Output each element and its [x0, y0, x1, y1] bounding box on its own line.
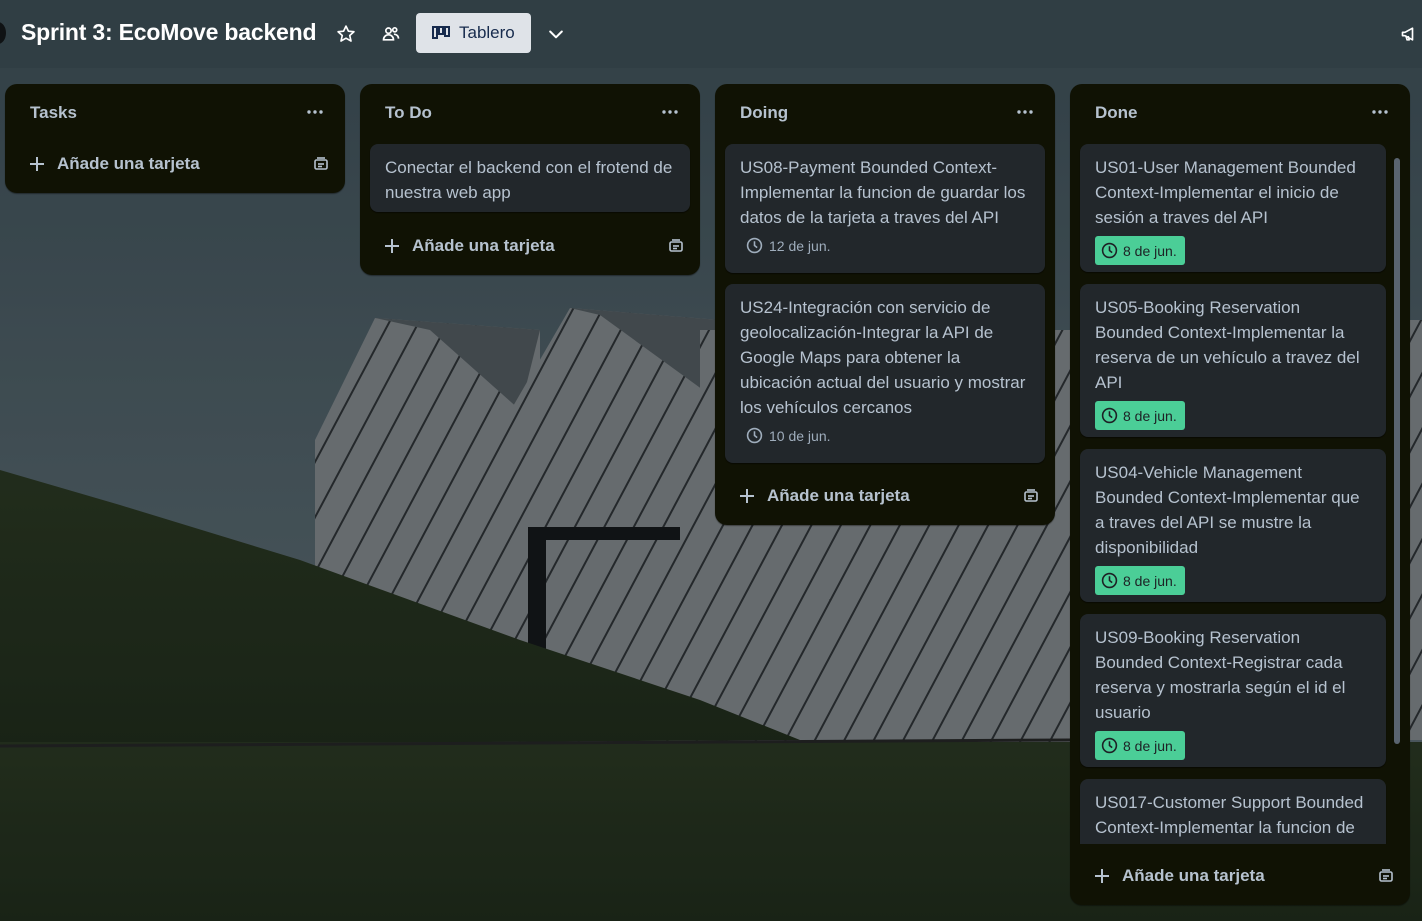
add-card-label: Añade una tarjeta	[767, 486, 910, 505]
card[interactable]: US08-Payment Bounded Context-Implementar…	[725, 144, 1045, 273]
card[interactable]: US04-Vehicle Management Bounded Context-…	[1080, 449, 1386, 602]
workspace-avatar[interactable]	[0, 22, 6, 44]
list-header: Tasks	[5, 84, 345, 142]
card[interactable]: US09-Booking Reservation Bounded Context…	[1080, 614, 1386, 767]
clock-icon	[1101, 407, 1118, 424]
board-view-button[interactable]: Tablero	[416, 13, 531, 53]
star-icon	[337, 25, 355, 42]
due-date-badge: 10 de jun.	[746, 427, 1031, 444]
due-date-text: 8 de jun.	[1123, 242, 1177, 259]
card-title: US04-Vehicle Management Bounded Context-…	[1095, 463, 1360, 557]
due-date-badge: 12 de jun.	[746, 237, 1031, 254]
due-date-text: 8 de jun.	[1123, 407, 1177, 424]
add-card-label: Añade una tarjeta	[412, 236, 555, 255]
list-to-do: To Do Conectar el backend con el frotend…	[360, 84, 700, 275]
clock-icon	[1101, 572, 1118, 589]
list-title[interactable]: Tasks	[30, 103, 77, 123]
list-menu-button[interactable]	[1368, 102, 1392, 122]
card-template-icon	[669, 239, 683, 252]
add-card-button[interactable]: Añade una tarjeta	[1080, 858, 1400, 894]
chevron-down-icon	[549, 30, 563, 39]
list-done: Done US01-User Management Bounded Contex…	[1070, 84, 1410, 905]
create-from-template-button[interactable]	[309, 152, 333, 176]
list-title[interactable]: Doing	[740, 103, 788, 123]
add-card-label: Añade una tarjeta	[57, 154, 200, 173]
list-doing: Doing US08-Payment Bounded Context-Imple…	[715, 84, 1055, 525]
list-menu-button[interactable]	[658, 102, 682, 122]
list-menu-button[interactable]	[303, 102, 327, 122]
list-menu-button[interactable]	[1013, 102, 1037, 122]
card[interactable]: Conectar el backend con el frotend de nu…	[370, 144, 690, 212]
card-title: Conectar el backend con el frotend de nu…	[385, 158, 673, 202]
more-icon	[662, 110, 678, 114]
board-header: Sprint 3: EcoMove backend Tablero	[0, 0, 1422, 68]
view-switcher-button[interactable]	[540, 18, 572, 50]
star-button[interactable]	[330, 18, 362, 50]
add-card-label: Añade una tarjeta	[1122, 866, 1265, 885]
megaphone-icon	[1401, 27, 1414, 41]
visibility-button[interactable]	[375, 18, 407, 50]
list-title[interactable]: To Do	[385, 103, 432, 123]
clock-icon	[746, 427, 763, 444]
workspace-visible-icon	[382, 26, 400, 41]
create-from-template-button[interactable]	[664, 234, 688, 258]
card[interactable]: US05-Booking Reservation Bounded Context…	[1080, 284, 1386, 437]
list-header: To Do	[360, 84, 700, 142]
clock-icon	[1101, 242, 1118, 259]
list-scrollbar[interactable]	[1394, 144, 1400, 844]
more-icon	[307, 110, 323, 114]
board-view-icon	[432, 26, 450, 39]
list-header: Done	[1070, 84, 1410, 142]
due-date-text: 8 de jun.	[1123, 737, 1177, 754]
card-title: US24-Integración con servicio de geoloca…	[740, 298, 1026, 417]
card-title: US08-Payment Bounded Context-Implementar…	[740, 158, 1026, 227]
card-template-icon	[314, 157, 328, 170]
list-cards-scroll-area[interactable]: US01-User Management Bounded Context-Imp…	[1070, 142, 1410, 844]
list-tasks: Tasks Añade una tarjeta	[5, 84, 345, 193]
more-icon	[1372, 110, 1388, 114]
card-template-icon	[1024, 489, 1038, 502]
add-card-button[interactable]: Añade una tarjeta	[725, 478, 1045, 514]
due-date-complete-badge[interactable]: 8 de jun.	[1095, 566, 1185, 595]
card-title: US05-Booking Reservation Bounded Context…	[1095, 298, 1360, 392]
list-title[interactable]: Done	[1095, 103, 1138, 123]
card-title: US017-Customer Support Bounded Context-I…	[1095, 793, 1364, 837]
board-view-label: Tablero	[459, 23, 515, 42]
create-from-template-button[interactable]	[1019, 484, 1043, 508]
card[interactable]: US01-User Management Bounded Context-Imp…	[1080, 144, 1386, 272]
add-card-button[interactable]: Añade una tarjeta	[370, 228, 690, 264]
card-template-icon	[1379, 869, 1393, 882]
due-date-text: 12 de jun.	[769, 237, 831, 254]
clock-icon	[1101, 737, 1118, 754]
card[interactable]: US017-Customer Support Bounded Context-I…	[1080, 779, 1386, 844]
due-date-complete-badge[interactable]: 8 de jun.	[1095, 401, 1185, 430]
due-date-complete-badge[interactable]: 8 de jun.	[1095, 236, 1185, 265]
add-card-button[interactable]: Añade una tarjeta	[15, 146, 335, 182]
more-icon	[1017, 110, 1033, 114]
plus-icon	[1095, 869, 1109, 883]
card[interactable]: US24-Integración con servicio de geoloca…	[725, 284, 1045, 463]
announcements-button[interactable]	[1398, 18, 1422, 50]
due-date-text: 10 de jun.	[769, 427, 831, 444]
due-date-complete-badge[interactable]: 8 de jun.	[1095, 731, 1185, 760]
board-title[interactable]: Sprint 3: EcoMove backend	[21, 19, 317, 46]
list-scrollbar-thumb[interactable]	[1394, 158, 1400, 744]
plus-icon	[740, 489, 754, 503]
due-date-text: 8 de jun.	[1123, 572, 1177, 589]
create-from-template-button[interactable]	[1374, 864, 1398, 888]
list-header: Doing	[715, 84, 1055, 142]
card-title: US09-Booking Reservation Bounded Context…	[1095, 628, 1346, 722]
card-title: US01-User Management Bounded Context-Imp…	[1095, 158, 1356, 227]
clock-icon	[746, 237, 763, 254]
plus-icon	[385, 239, 399, 253]
plus-icon	[30, 157, 44, 171]
